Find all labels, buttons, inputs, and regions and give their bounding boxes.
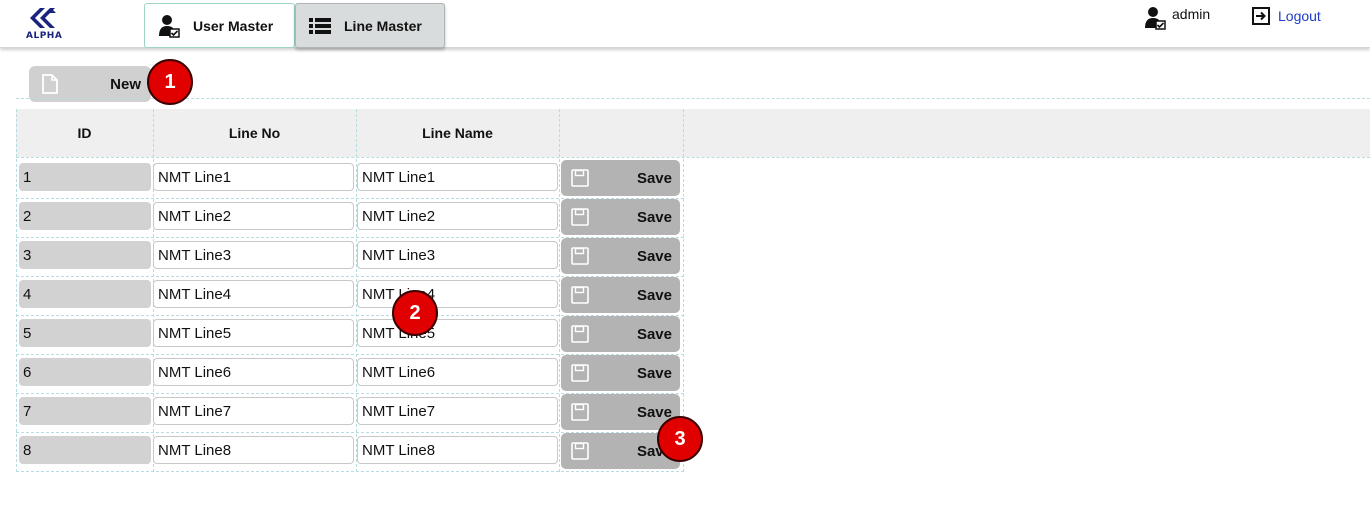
save-button-label: Save <box>636 286 672 304</box>
tab-line-master-label: Line Master <box>344 17 422 34</box>
floppy-disk-icon <box>571 208 589 226</box>
floppy-disk-icon <box>571 364 589 382</box>
new-button[interactable]: New <box>29 66 151 102</box>
row-id: 5 <box>19 319 151 347</box>
line-name-input[interactable] <box>357 358 558 386</box>
column-header-line-no: Line No <box>228 125 281 141</box>
table-row: 4 Save <box>16 276 684 315</box>
save-button[interactable]: Save <box>561 160 680 196</box>
line-no-input[interactable] <box>153 280 354 308</box>
row-id: 2 <box>19 202 151 230</box>
alpha-logo-mark-icon <box>30 8 56 28</box>
new-document-icon <box>42 74 58 94</box>
floppy-disk-icon <box>571 169 589 187</box>
floppy-disk-icon <box>571 286 589 304</box>
row-id: 7 <box>19 397 151 425</box>
table-row: 3 Save <box>16 237 684 276</box>
line-no-input[interactable] <box>153 358 354 386</box>
row-id: 3 <box>19 241 151 269</box>
row-id: 8 <box>19 436 151 464</box>
floppy-disk-icon <box>571 325 589 343</box>
line-name-input[interactable] <box>357 319 558 347</box>
logout-link[interactable]: Logout <box>1252 7 1321 25</box>
save-button[interactable]: Save <box>561 355 680 391</box>
line-no-input[interactable] <box>153 436 354 464</box>
user-check-icon <box>157 14 181 38</box>
callout-marker: 2 <box>392 290 438 336</box>
table-row: 8 Save <box>16 432 684 471</box>
tab-user-master-label: User Master <box>193 17 274 34</box>
table-header: ID Line No Line Name <box>16 109 1370 157</box>
floppy-disk-icon <box>571 442 589 460</box>
line-no-input[interactable] <box>153 163 354 191</box>
row-divider <box>16 471 684 472</box>
line-name-input[interactable] <box>357 397 558 425</box>
logo-text: ALPHA <box>26 31 63 41</box>
logout-label: Logout <box>1278 8 1321 24</box>
toolbar-divider <box>16 98 1370 99</box>
line-no-input[interactable] <box>153 397 354 425</box>
save-button-label: Save <box>636 247 672 265</box>
save-button[interactable]: Save <box>561 316 680 352</box>
app-header: ALPHA User Master Line Master admin Logo… <box>0 0 1370 48</box>
column-header-id: ID <box>77 125 92 141</box>
line-name-input[interactable] <box>357 163 558 191</box>
floppy-disk-icon <box>571 403 589 421</box>
line-name-input[interactable] <box>357 241 558 269</box>
logout-icon <box>1252 7 1270 25</box>
line-no-input[interactable] <box>153 241 354 269</box>
save-button[interactable]: Save <box>561 199 680 235</box>
user-name: admin <box>1172 6 1211 22</box>
save-button-label: Save <box>636 403 672 421</box>
tab-user-master[interactable]: User Master <box>144 3 295 48</box>
row-id: 6 <box>19 358 151 386</box>
line-no-input[interactable] <box>153 319 354 347</box>
column-header-line-name: Line Name <box>422 125 493 141</box>
save-button-label: Save <box>636 325 672 343</box>
table-row: 5 Save <box>16 315 684 354</box>
save-button-label: Save <box>636 208 672 226</box>
new-button-label: New <box>110 75 141 93</box>
callout-marker: 3 <box>657 416 703 462</box>
table-row: 1 Save <box>16 159 684 198</box>
header-divider <box>16 157 1370 158</box>
line-name-input[interactable] <box>357 436 558 464</box>
save-button[interactable]: Save <box>561 238 680 274</box>
save-button-label: Save <box>636 169 672 187</box>
row-id: 4 <box>19 280 151 308</box>
save-button-label: Save <box>636 364 672 382</box>
table-row: 2 Save <box>16 198 684 237</box>
line-no-input[interactable] <box>153 202 354 230</box>
line-name-input[interactable] <box>357 280 558 308</box>
list-icon <box>308 14 332 38</box>
table-row: 7 Save <box>16 393 684 432</box>
callout-marker: 1 <box>147 59 193 105</box>
table-row: 6 Save <box>16 354 684 393</box>
row-id: 1 <box>19 163 151 191</box>
line-name-input[interactable] <box>357 202 558 230</box>
save-button[interactable]: Save <box>561 277 680 313</box>
tab-line-master[interactable]: Line Master <box>295 3 445 48</box>
current-user: admin <box>1144 6 1210 30</box>
user-check-icon <box>1145 7 1166 30</box>
floppy-disk-icon <box>571 247 589 265</box>
